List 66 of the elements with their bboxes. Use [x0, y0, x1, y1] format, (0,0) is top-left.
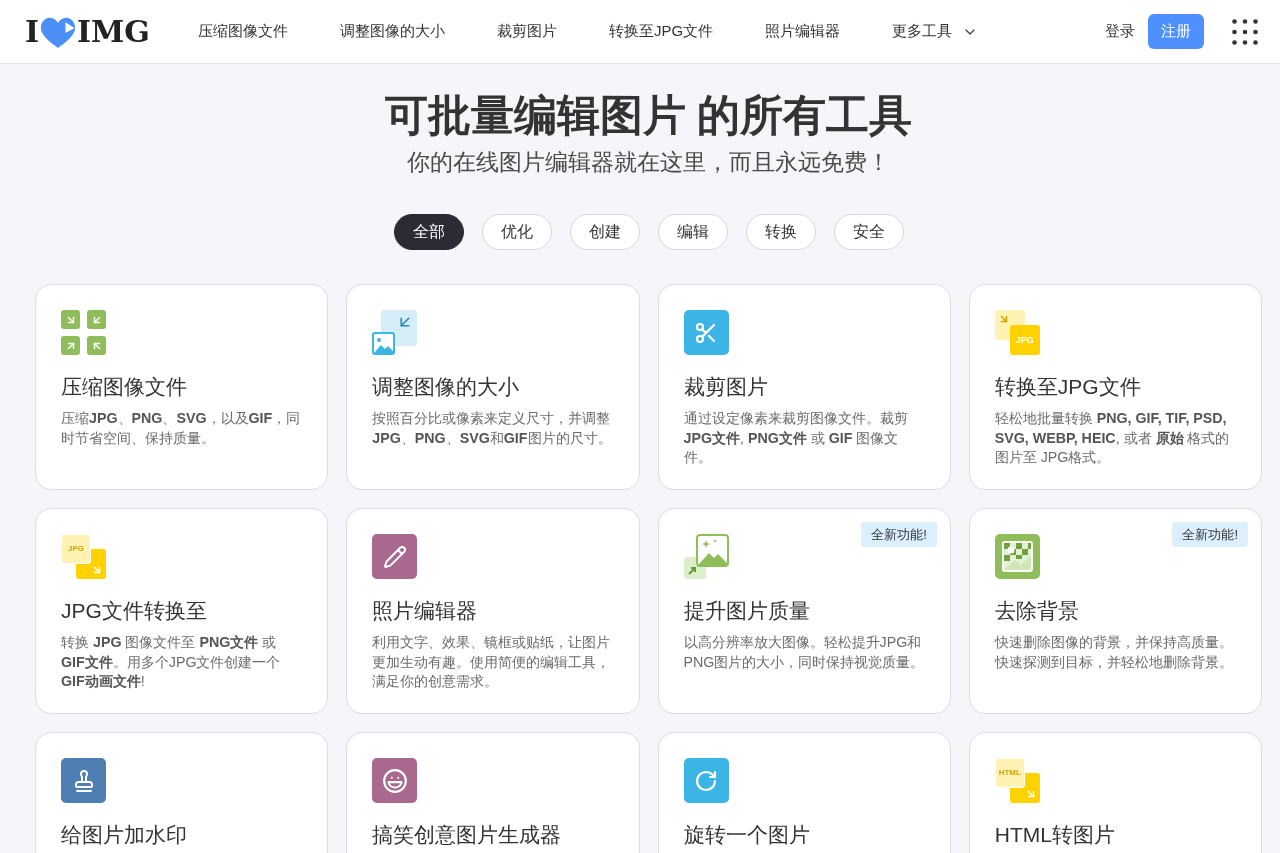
tool-card[interactable]: JPG JPG文件转换至 转换 JPG 图像文件至 PNG文件 或 GIF文件。用多个JPG文件创建一个GIF动画文件!: [35, 508, 329, 714]
heart-icon: [40, 15, 77, 48]
pencil-icon: [372, 534, 418, 579]
tool-title: 旋转一个图片: [683, 822, 811, 848]
tool-card[interactable]: 旋转一个图片: [657, 732, 951, 853]
page-title: 可批量编辑图片 的所有工具: [384, 90, 913, 141]
resize-image-icon: [372, 310, 418, 355]
stamp-icon: [61, 758, 106, 803]
filter-tab[interactable]: 创建: [569, 214, 640, 250]
tool-description: 通过设定像素来裁剪图像文件。裁剪 JPG文件, PNG文件 或 GIF 图像文件。: [683, 409, 909, 467]
tool-title: 提升图片质量: [683, 598, 811, 624]
tool-description: 按照百分比或像素来定义尺寸，并调整JPG、PNG、SVG和GIF图片的尺寸。: [372, 409, 613, 448]
tool-card[interactable]: 调整图像的大小 按照百分比或像素来定义尺寸，并调整JPG、PNG、SVG和GIF图片的尺寸。: [346, 284, 640, 490]
tool-description: 快速删除图像的背景，并保持高质量。快速探测到目标，并轻松地删除背景。: [994, 633, 1234, 672]
logo-text: IMG: [77, 16, 150, 47]
laughing-face-icon: [372, 758, 418, 803]
apps-grid-icon[interactable]: [1232, 18, 1258, 45]
scissors-icon: [683, 310, 729, 355]
file-type-label: JPG: [1015, 335, 1034, 345]
login-link[interactable]: 登录: [1105, 20, 1135, 43]
tool-description: 以高分辨率放大图像。轻松提升JPG和PNG图片的大小，同时保持视觉质量。: [683, 633, 925, 672]
compress-arrows-icon: [61, 310, 106, 355]
page-subtitle: 你的在线图片编辑器就在这里，而且永远免费！: [407, 148, 890, 177]
tool-card[interactable]: 全新功能! 提升图片质量 以高分辨率放大图像。轻松提升JPG和PNG图片的大小，同时保持视觉质量。: [657, 508, 951, 714]
nav-link[interactable]: 照片编辑器: [765, 20, 841, 43]
nav-link[interactable]: 调整图像的大小: [339, 20, 445, 43]
tool-card[interactable]: 照片编辑器 利用文字、效果、镜框或贴纸，让图片更加生动有趣。使用简便的编辑工具，满足你的创意需求。: [346, 508, 640, 714]
nav-link[interactable]: 裁剪图片: [496, 20, 557, 43]
remove-background-icon: [994, 534, 1040, 579]
tool-card[interactable]: HTML HTML转图片: [968, 732, 1262, 853]
tool-title: 压缩图像文件: [61, 374, 188, 400]
tool-card[interactable]: 裁剪图片 通过设定像素来裁剪图像文件。裁剪 JPG文件, PNG文件 或 GIF 图像文件。: [657, 284, 951, 490]
filter-tab[interactable]: 优化: [481, 214, 552, 250]
filter-tab[interactable]: 安全: [833, 214, 904, 250]
new-feature-badge: 全新功能!: [861, 522, 937, 547]
tool-title: HTML转图片: [994, 822, 1116, 848]
tool-card[interactable]: 搞笑创意图片生成器: [346, 732, 640, 853]
tool-title: 搞笑创意图片生成器: [372, 822, 563, 848]
tool-title: JPG文件转换至: [61, 598, 208, 624]
nav-link[interactable]: 压缩图像文件: [197, 20, 288, 43]
file-type-label: JPG: [68, 545, 84, 553]
tool-title: 给图片加水印: [61, 822, 188, 848]
logo-text: I: [25, 16, 40, 47]
filter-tab[interactable]: 编辑: [657, 214, 728, 250]
tool-description: 压缩JPG、PNG、SVG，以及GIF，同时节省空间、保持质量。: [61, 409, 302, 448]
tool-title: 裁剪图片: [683, 374, 769, 400]
tool-card[interactable]: 给图片加水印: [35, 732, 329, 853]
arrow-down-right-icon: [91, 564, 103, 576]
nav-link[interactable]: 转换至JPG文件: [608, 20, 714, 43]
tool-title: 调整图像的大小: [372, 374, 521, 400]
file-type-label: HTML: [998, 769, 1021, 777]
tool-description: 利用文字、效果、镜框或贴纸，让图片更加生动有趣。使用简便的编辑工具，满足你的创意需求。: [372, 633, 612, 691]
tool-card[interactable]: JPG 转换至JPG文件 轻松地批量转换 PNG, GIF, TIF, PSD, SVG, WEBP, HEIC, 或者 原始 格式的图片至 JPG格式。: [968, 284, 1262, 490]
tool-title: 照片编辑器: [372, 598, 479, 624]
new-feature-badge: 全新功能!: [1172, 522, 1248, 547]
upscale-image-icon: [683, 534, 729, 579]
tool-description: 轻松地批量转换 PNG, GIF, TIF, PSD, SVG, WEBP, HEIC, 或者 原始 格式的图片至 JPG格式。: [994, 409, 1231, 467]
tool-title: 去除背景: [994, 598, 1080, 624]
filter-tab[interactable]: 全部: [393, 214, 464, 250]
tool-card[interactable]: 压缩图像文件 压缩JPG、PNG、SVG，以及GIF，同时节省空间、保持质量。: [35, 284, 329, 490]
more-tools-dropdown[interactable]: 更多工具: [892, 20, 979, 43]
tool-card[interactable]: 全新功能! 去除背景 快速删除图像的背景，并保持高质量。快速探测到目标，并轻松地删除背景。: [968, 508, 1262, 714]
tool-title: 转换至JPG文件: [994, 374, 1142, 400]
rotate-icon: [683, 758, 729, 803]
filter-tab[interactable]: 转换: [745, 214, 816, 250]
tool-description: 转换 JPG 图像文件至 PNG文件 或 GIF文件。用多个JPG文件创建一个GIF动画文件!: [61, 633, 282, 691]
